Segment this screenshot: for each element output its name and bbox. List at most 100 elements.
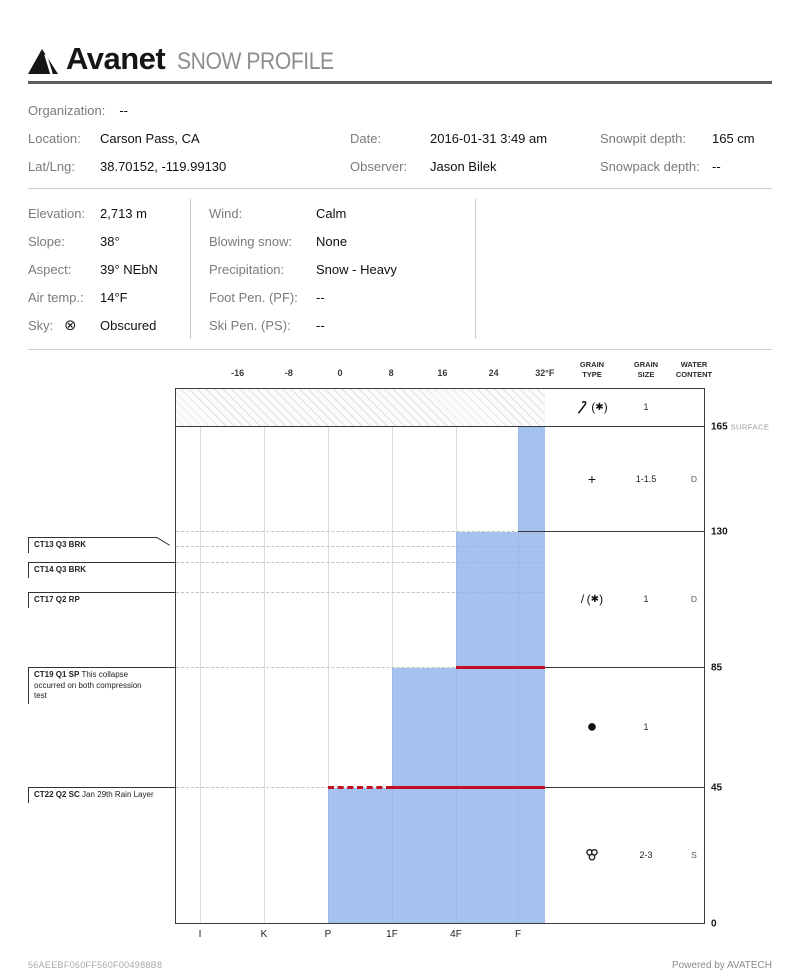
observer-label: Observer: xyxy=(350,159,430,174)
hardness-axis-label: K xyxy=(261,929,268,940)
grain-column-header: WATERCONTENT xyxy=(659,360,729,379)
slope-label: Slope: xyxy=(28,234,100,249)
conditions-middle-column: Wind: Calm Blowing snow: None Precipitat… xyxy=(190,199,475,339)
slope-value: 38° xyxy=(100,234,120,249)
aspect-value: 39° NEbN xyxy=(100,262,158,277)
blowing-snow-row: Blowing snow: None xyxy=(209,227,475,255)
latlng-label: Lat/Lng: xyxy=(28,159,100,174)
hardness-axis-label: P xyxy=(325,929,332,940)
date-row: Date: 2016-01-31 3:49 am xyxy=(350,124,600,152)
precipitation-value: Snow - Heavy xyxy=(316,262,397,277)
air-temp-value: 14°F xyxy=(100,290,128,305)
depth-tick-label: 45 xyxy=(711,783,722,794)
ski-pen-label: Ski Pen. (PS): xyxy=(209,318,316,333)
temp-axis-tick-label: 32°F xyxy=(535,368,554,378)
depth-line xyxy=(518,531,705,532)
layer-bar xyxy=(328,788,545,923)
report-title: SNOW PROFILE xyxy=(177,50,334,74)
elevation-value: 2,713 m xyxy=(100,206,147,221)
depth-tick-label: 0 xyxy=(711,919,717,930)
brand-name: Avanet xyxy=(66,43,165,74)
organization-value: -- xyxy=(119,103,128,118)
temp-axis-tick-label: -16 xyxy=(231,368,244,378)
metadata-block: Organization: -- Location: Carson Pass, … xyxy=(28,96,772,180)
layer-1-water-content-value: D xyxy=(691,594,697,604)
location-label: Location: xyxy=(28,131,100,146)
wind-value: Calm xyxy=(316,206,346,221)
air-temp-label: Air temp.: xyxy=(28,290,100,305)
latlng-value: 38.70152, -119.99130 xyxy=(100,159,226,174)
layer-bar xyxy=(518,427,545,531)
snowpit-depth-value: 165 cm xyxy=(712,131,755,146)
hardness-axis-label: F xyxy=(515,929,521,940)
temp-axis-tick-label: 24 xyxy=(489,368,499,378)
hatch-surface-band xyxy=(176,389,545,426)
depth-tick-label: 165 SURFACE xyxy=(711,422,769,433)
crust-line-segment xyxy=(392,786,545,789)
layer-0-water-content-value: D xyxy=(691,474,697,484)
date-label: Date: xyxy=(350,131,430,146)
sky-value: Obscured xyxy=(100,318,156,333)
snowpit-depth-row: Snowpit depth: 165 cm xyxy=(600,124,772,152)
latlng-row: Lat/Lng: 38.70152, -119.99130 xyxy=(28,152,350,180)
report-footer: 56AEEBF060FF560F004988B8 Powered by AVAT… xyxy=(28,960,772,971)
temp-axis-tick-label: 0 xyxy=(337,368,342,378)
location-value: Carson Pass, CA xyxy=(100,131,200,146)
layer-1-grain-type-symbol: / (✱) xyxy=(581,592,603,606)
elevation-row: Elevation: 2,713 m xyxy=(28,199,190,227)
snowpit-depth-label: Snowpit depth: xyxy=(600,131,712,146)
date-value: 2016-01-31 3:49 am xyxy=(430,131,547,146)
layer-2-grain-type-symbol: ● xyxy=(588,722,597,733)
test-label: CT22 Q2 SC Jan 29th Rain Layer xyxy=(28,788,154,803)
layer-0-grain-type-symbol: + xyxy=(588,471,596,487)
aspect-label: Aspect: xyxy=(28,262,100,277)
crust-line-segment xyxy=(456,666,545,669)
header-rule xyxy=(28,81,772,84)
test-label: CT17 Q2 RP xyxy=(28,593,133,608)
profile-id: 56AEEBF060FF560F004988B8 xyxy=(28,960,162,970)
observer-value: Jason Bilek xyxy=(430,159,496,174)
layer-3-grain-type-symbol xyxy=(585,848,599,862)
temp-axis-tick-label: -8 xyxy=(285,368,293,378)
temp-axis-tick-label: 8 xyxy=(389,368,394,378)
air-temp-row: Air temp.: 14°F xyxy=(28,283,190,311)
layer-2-grain-size-value: 1 xyxy=(643,722,648,732)
test-label: CT19 Q1 SP This collapse occurred on bot… xyxy=(28,668,150,704)
snow-profile-report: Avanet SNOW PROFILE Organization: -- Loc… xyxy=(0,0,800,979)
location-row: Location: Carson Pass, CA xyxy=(28,124,350,152)
precipitation-row: Precipitation: Snow - Heavy xyxy=(209,255,475,283)
aspect-row: Aspect: 39° NEbN xyxy=(28,255,190,283)
layer-1-grain-size-value: 1 xyxy=(643,594,648,604)
hardness-axis-label: 1F xyxy=(386,929,398,940)
depth-tick-label: 130 xyxy=(711,527,728,538)
avanet-mountain-icon xyxy=(28,49,58,74)
elevation-label: Elevation: xyxy=(28,206,100,221)
conditions-empty-column xyxy=(475,199,772,339)
crust-line-segment xyxy=(328,786,392,789)
precipitation-label: Precipitation: xyxy=(209,262,316,277)
organization-row: Organization: -- xyxy=(28,96,350,124)
wind-row: Wind: Calm xyxy=(209,199,475,227)
observer-row: Observer: Jason Bilek xyxy=(350,152,600,180)
layer-bar xyxy=(456,532,545,667)
blowing-snow-label: Blowing snow: xyxy=(209,234,316,249)
test-label: CT14 Q3 BRK xyxy=(28,563,133,578)
snowpack-depth-value: -- xyxy=(712,159,721,174)
foot-pen-value: -- xyxy=(316,290,325,305)
blowing-snow-value: None xyxy=(316,234,347,249)
wind-label: Wind: xyxy=(209,206,316,221)
snowpack-depth-row: Snowpack depth: -- xyxy=(600,152,772,180)
sky-label: Sky: xyxy=(28,318,64,333)
layer-bar xyxy=(392,668,545,787)
report-header: Avanet SNOW PROFILE xyxy=(28,0,772,74)
slope-row: Slope: 38° xyxy=(28,227,190,255)
foot-pen-label: Foot Pen. (PF): xyxy=(209,290,316,305)
test-label: CT13 Q3 BRK xyxy=(28,538,133,553)
hardness-axis-label: 4F xyxy=(450,929,462,940)
temp-axis-tick-label: 16 xyxy=(437,368,447,378)
depth-tick-label: 85 xyxy=(711,663,722,674)
layer-3-water-content-value: S xyxy=(691,850,697,860)
hardness-axis-label: I xyxy=(199,929,202,940)
surface-band-grain-size-value: 1 xyxy=(643,402,648,412)
surface-band-grain-type-symbol: (✱) xyxy=(576,400,607,414)
